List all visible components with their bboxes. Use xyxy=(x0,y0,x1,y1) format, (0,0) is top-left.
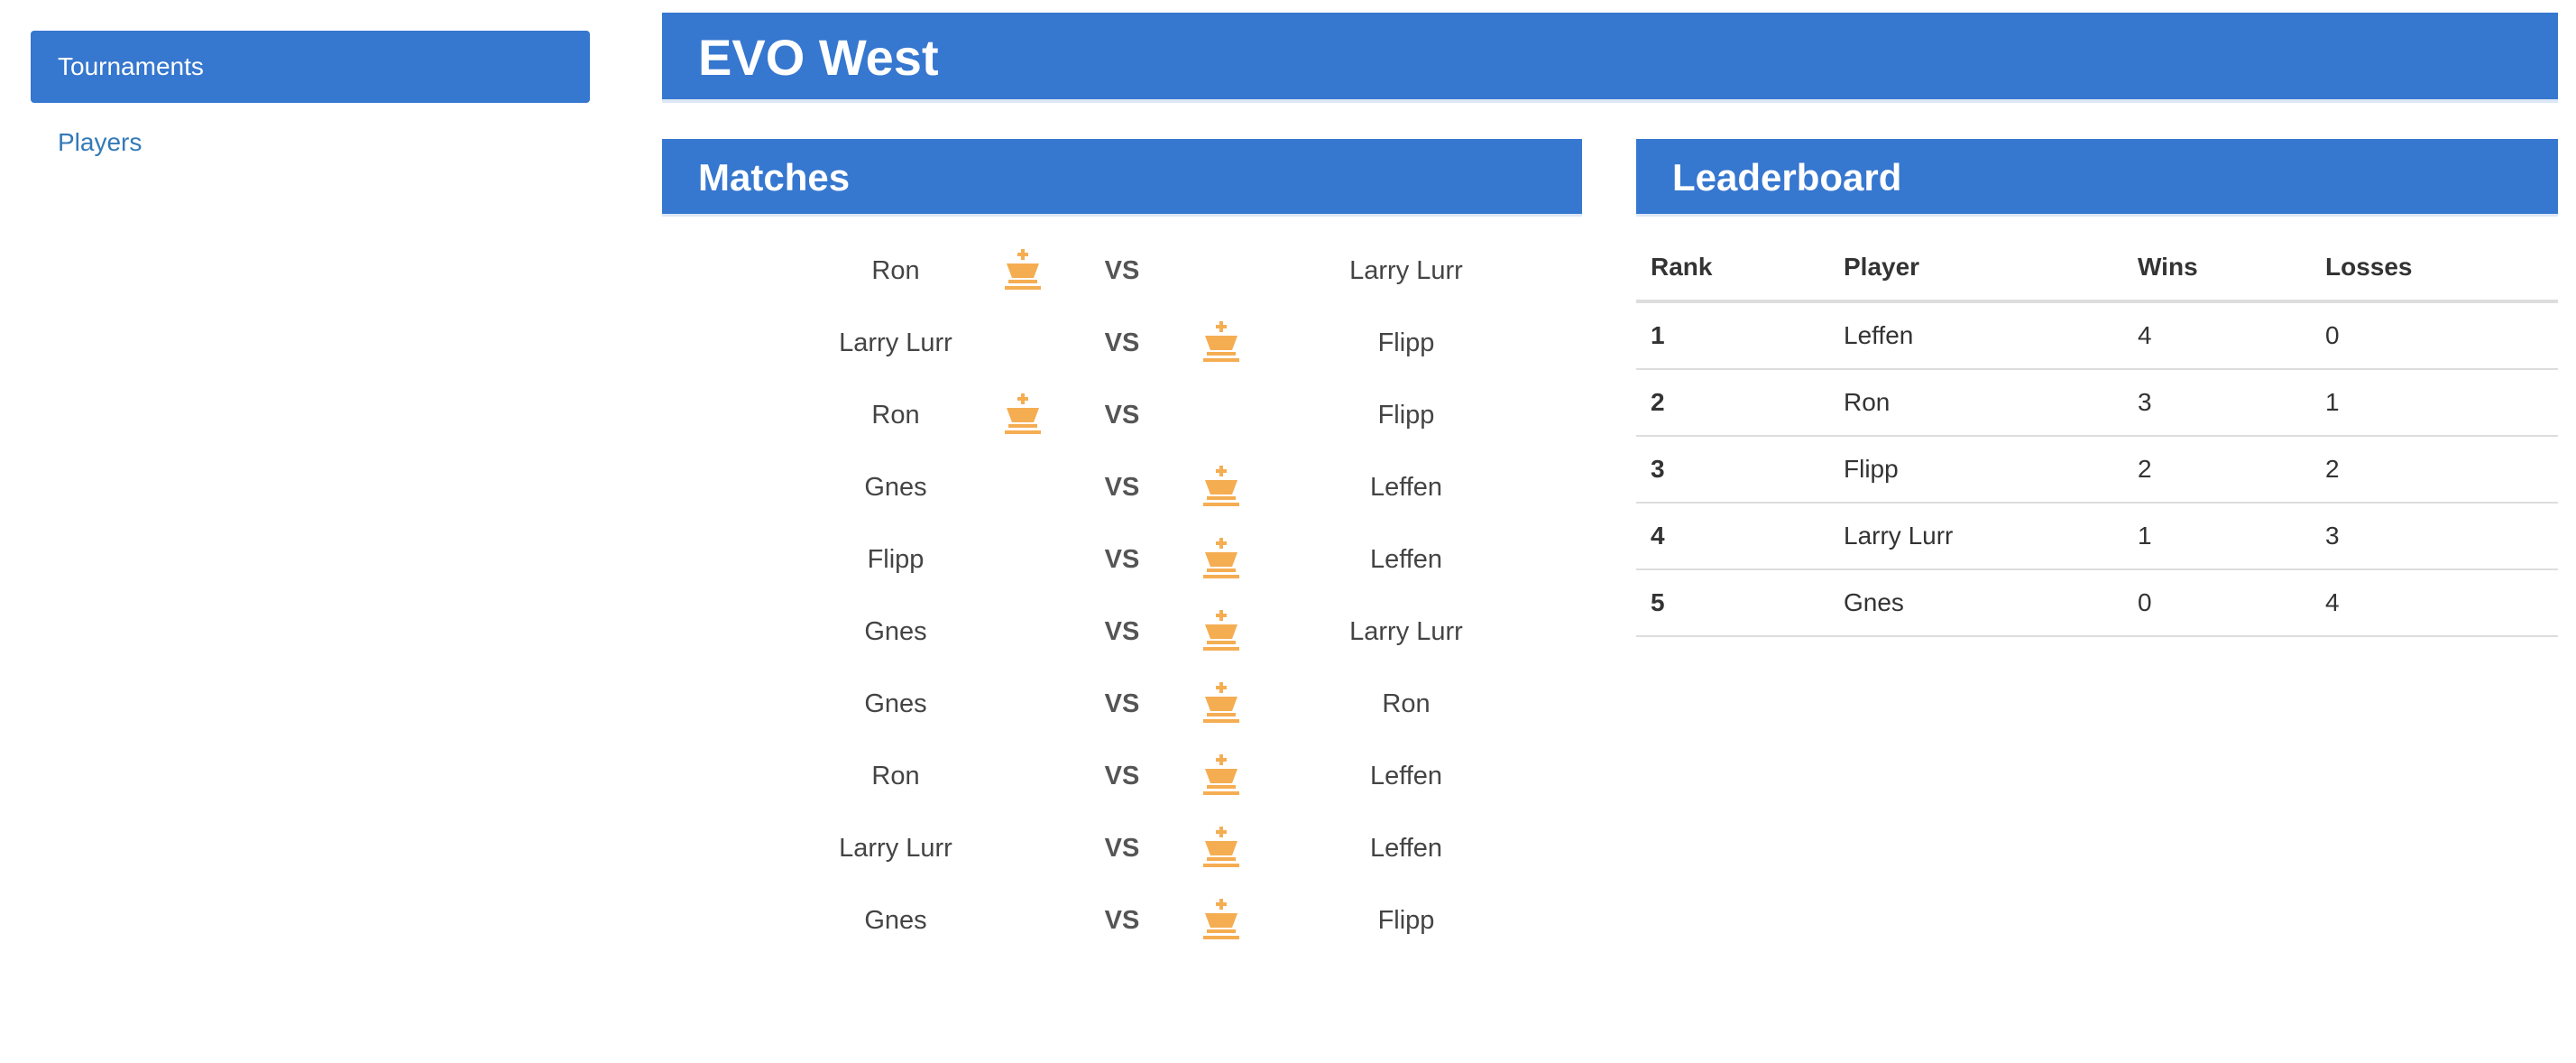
crown-icon xyxy=(1201,538,1241,581)
sidebar-item-tournaments[interactable]: Tournaments xyxy=(31,31,590,103)
sidebar: Tournaments Players xyxy=(31,31,590,182)
match-player2: Leffen xyxy=(1369,545,1443,574)
leaderboard-title: Leaderboard xyxy=(1672,156,1902,199)
match-player1: Gnes xyxy=(864,689,927,718)
match-player1: Larry Lurr xyxy=(839,328,952,357)
vs-label: VS xyxy=(1104,906,1140,935)
match-player2: Larry Lurr xyxy=(1349,617,1463,646)
rank-cell: 3 xyxy=(1636,436,1829,504)
match-player2: Leffen xyxy=(1369,473,1443,502)
leaderboard-header: Leaderboard xyxy=(1636,139,2558,217)
vs-label: VS xyxy=(1104,545,1140,574)
rank-cell: 1 xyxy=(1636,301,1829,370)
crown-icon xyxy=(1201,827,1241,870)
losses-cell: 2 xyxy=(2311,436,2558,504)
vs-label: VS xyxy=(1104,834,1140,863)
leaderboard-table: Rank Player Wins Losses 1 Leffen 4 0 2 R… xyxy=(1636,235,2558,637)
match-row: Ron VS Larry Lurr xyxy=(662,235,1582,307)
match-row: Ron VS Leffen xyxy=(662,740,1582,812)
crown-icon xyxy=(1003,393,1043,437)
rank-cell: 5 xyxy=(1636,569,1829,637)
wins-cell: 2 xyxy=(2123,436,2311,504)
crown-icon xyxy=(1201,466,1241,509)
match-row: Ron VS Flipp xyxy=(662,379,1582,451)
losses-cell: 0 xyxy=(2311,301,2558,370)
rank-cell: 2 xyxy=(1636,369,1829,437)
table-row: 5 Gnes 0 4 xyxy=(1636,569,2558,637)
crown-icon xyxy=(1201,899,1241,942)
match-row: Gnes VS Leffen xyxy=(662,451,1582,523)
match-player2: Leffen xyxy=(1369,762,1443,790)
page-header: EVO West xyxy=(662,13,2558,103)
wins-cell: 1 xyxy=(2123,503,2311,570)
crown-icon xyxy=(1201,754,1241,798)
match-player1: Gnes xyxy=(864,473,927,502)
match-player1: Gnes xyxy=(864,906,927,935)
matches-title: Matches xyxy=(698,156,851,199)
vs-label: VS xyxy=(1104,762,1140,790)
wins-cell: 3 xyxy=(2123,369,2311,437)
crown-icon xyxy=(1201,321,1241,365)
match-player1: Gnes xyxy=(864,617,927,646)
losses-cell: 1 xyxy=(2311,369,2558,437)
vs-label: VS xyxy=(1104,473,1140,502)
player-cell: Larry Lurr xyxy=(1829,503,2123,570)
match-player2: Leffen xyxy=(1369,834,1443,863)
losses-cell: 3 xyxy=(2311,503,2558,570)
column-header-player: Player xyxy=(1829,235,2123,303)
match-player1: Ron xyxy=(871,256,920,285)
match-row: Flipp VS Leffen xyxy=(662,523,1582,596)
match-row: Gnes VS Ron xyxy=(662,668,1582,740)
vs-label: VS xyxy=(1104,328,1140,357)
leaderboard-header-row: Rank Player Wins Losses xyxy=(1636,235,2558,303)
losses-cell: 4 xyxy=(2311,569,2558,637)
match-row: Gnes VS Larry Lurr xyxy=(662,596,1582,668)
match-row: Larry Lurr VS Leffen xyxy=(662,812,1582,884)
match-player2: Flipp xyxy=(1377,906,1435,935)
page-title: EVO West xyxy=(698,29,939,86)
crown-icon xyxy=(1003,249,1043,292)
match-player2: Ron xyxy=(1382,689,1431,718)
match-player1: Flipp xyxy=(867,545,925,574)
matches-header: Matches xyxy=(662,139,1582,217)
match-player2: Flipp xyxy=(1377,328,1435,357)
match-player2: Larry Lurr xyxy=(1349,256,1463,285)
match-row: Gnes VS Flipp xyxy=(662,884,1582,957)
column-header-rank: Rank xyxy=(1636,235,1829,303)
crown-icon xyxy=(1201,682,1241,726)
table-row: 1 Leffen 4 0 xyxy=(1636,301,2558,370)
matches-list: Ron VS Larry Lurr Larry Lurr VS Flipp Ro… xyxy=(662,235,1582,957)
match-player1: Ron xyxy=(871,401,920,430)
player-cell: Flipp xyxy=(1829,436,2123,504)
column-header-losses: Losses xyxy=(2311,235,2558,303)
page: Tournaments Players EVO West Matches Lea… xyxy=(0,0,2576,1063)
rank-cell: 4 xyxy=(1636,503,1829,570)
column-header-wins: Wins xyxy=(2123,235,2311,303)
player-cell: Ron xyxy=(1829,369,2123,437)
match-player1: Ron xyxy=(871,762,920,790)
match-player1: Larry Lurr xyxy=(839,834,952,863)
wins-cell: 0 xyxy=(2123,569,2311,637)
vs-label: VS xyxy=(1104,256,1140,285)
match-row: Larry Lurr VS Flipp xyxy=(662,307,1582,379)
match-player2: Flipp xyxy=(1377,401,1435,430)
table-row: 2 Ron 3 1 xyxy=(1636,369,2558,437)
wins-cell: 4 xyxy=(2123,301,2311,370)
vs-label: VS xyxy=(1104,689,1140,718)
vs-label: VS xyxy=(1104,617,1140,646)
player-cell: Gnes xyxy=(1829,569,2123,637)
table-row: 4 Larry Lurr 1 3 xyxy=(1636,503,2558,570)
player-cell: Leffen xyxy=(1829,301,2123,370)
crown-icon xyxy=(1201,610,1241,653)
table-row: 3 Flipp 2 2 xyxy=(1636,436,2558,504)
vs-label: VS xyxy=(1104,401,1140,430)
sidebar-item-players[interactable]: Players xyxy=(31,106,590,179)
